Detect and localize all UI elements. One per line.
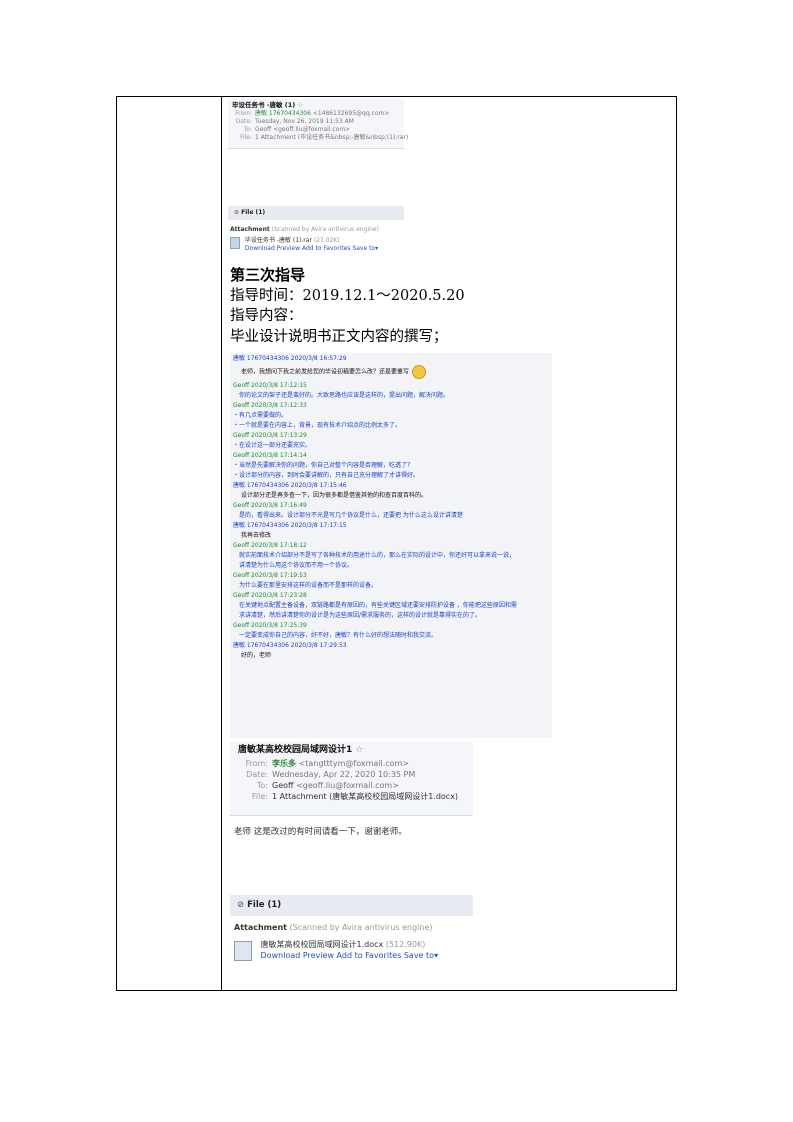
recipient-email: <geoff.liu@foxmail.com> <box>296 781 399 790</box>
chat-header: Geoff 2020/3/8 17:23:28 <box>233 592 307 599</box>
email-file-row: File: 1 Attachment (唐敏某高校校园局域网设计1.docx) <box>251 792 459 801</box>
email-from-row: From: 唐敏 17670434306 <1486132695@qq.com> <box>235 110 390 117</box>
chat-header: 唐敏 17670434306 2020/3/8 16:57:29 <box>233 355 347 362</box>
file-section-header-2: ⊘ File (1) <box>230 895 473 916</box>
guidance-time: 指导时间：2019.12.1～2020.5.20 <box>230 288 465 304</box>
email-subject: 毕设任务书 -唐敏 (1) <box>232 101 296 109</box>
attachment-summary[interactable]: 1 Attachment (唐敏某高校校园局域网设计1.docx) <box>272 792 458 801</box>
chat-message: 是的，看得出来。设计部分不光是写几个协议是什么，还要把 为什么这么设计讲清楚 <box>239 512 463 519</box>
chat-message: ・设计部分的内容，到时会要讲解的，只有自己充分理解了才讲得好。 <box>233 472 420 479</box>
email-file-row: File: 1 Attachment (毕设任务书&nbsp;-唐敏&nbsp;(… <box>239 134 409 141</box>
attachment-block-2: Attachment (Scanned by Avira antivirus e… <box>234 923 439 961</box>
email-date: Wednesday, Apr 22, 2020 10:35 PM <box>272 770 416 779</box>
chevron-down-icon[interactable]: ▾ <box>375 245 378 252</box>
guidance-content: 毕业设计说明书正文内容的撰写； <box>230 329 448 345</box>
section-heading: 第三次指导 <box>230 266 306 284</box>
save-to-link[interactable]: Save to <box>352 245 375 252</box>
email-to-row: To: Geoff <geoff.liu@foxmail.com> <box>243 126 351 133</box>
chat-log: 唐敏 17670434306 2020/3/8 16:57:29 老师，我想问下… <box>230 353 552 738</box>
archive-file-icon <box>230 237 240 249</box>
chat-header: Geoff 2020/3/8 17:14:14 <box>233 452 307 459</box>
chat-header: Geoff 2020/3/8 17:19:53 <box>233 572 307 579</box>
add-to-favorites-link[interactable]: Add to Favorites <box>337 951 402 960</box>
chat-message: ・在设计这一部分还要充实。 <box>233 442 312 449</box>
sender-name[interactable]: 唐敏 17670434306 <box>255 110 311 117</box>
email-header-card-1: 毕设任务书 -唐敏 (1) ☆ From: 唐敏 17670434306 <148… <box>228 99 409 149</box>
paperclip-icon: ⊘ <box>234 209 240 216</box>
email-date-row: Date: Tuesday, Nov 26, 2019 11:53 AM <box>235 118 354 125</box>
recipient-name[interactable]: Geoff <box>272 781 294 790</box>
chat-message: ・有几点需要做的。 <box>233 412 288 419</box>
emoji-icon <box>412 365 427 379</box>
chat-message: 你的论文的架子还是蛮好的。大致思路也应该是这样的，提出问题，解决问题。 <box>239 392 450 399</box>
add-to-favorites-link[interactable]: Add to Favorites <box>302 245 351 252</box>
download-link[interactable]: Download <box>261 951 301 960</box>
sender-email: <1486132695@qq.com> <box>312 110 390 117</box>
chat-header: 唐敏 17670434306 2020/3/8 17:17:15 <box>233 522 347 529</box>
email-from-row: From: 李乐多 <tangtttym@foxmail.com> <box>245 759 410 768</box>
paperclip-icon: ⊘ <box>237 900 245 910</box>
chat-message: 讲清楚为什么用这个协议而不用一个协议。 <box>239 562 354 569</box>
table-column-divider <box>221 96 222 991</box>
email-subject: 唐敏某高校校园局域网设计1 <box>238 745 353 755</box>
chat-message: 在关键地点配置主备设备，双链路都是有原因的，有些关键区域还要安排防护设备 ，你能… <box>239 602 517 609</box>
chat-header: Geoff 2020/3/8 17:16:49 <box>233 502 307 509</box>
star-icon[interactable]: ☆ <box>297 101 303 109</box>
preview-link[interactable]: Preview <box>303 951 334 960</box>
chat-message: 一定要变成你自己的内容，好不好，唐敏？有什么好的想法随时和我交流。 <box>239 632 438 639</box>
attachment-block-1: Attachment (Scanned by Avira antivirus e… <box>230 226 379 252</box>
chat-header: Geoff 2020/3/8 17:12:15 <box>233 382 307 389</box>
file-section-header-1: ⊘ File (1) <box>228 206 404 220</box>
email-body-note: 老师 这是改过的有时间请看一下，谢谢老师。 <box>234 827 407 837</box>
word-document-icon <box>234 941 252 961</box>
chat-message: 为什么要在那里安排这样的设备而不是那样的设备。 <box>239 582 378 589</box>
email-date-row: Date: Wednesday, Apr 22, 2020 10:35 PM <box>246 770 416 779</box>
chat-header: Geoff 2020/3/8 17:25:39 <box>233 622 307 629</box>
chevron-down-icon[interactable]: ▾ <box>434 951 438 960</box>
attachment-summary[interactable]: 1 Attachment (毕设任务书&nbsp;-唐敏&nbsp;(1).ra… <box>255 134 408 141</box>
recipient-name[interactable]: Geoff <box>255 126 271 133</box>
attachment-filename[interactable]: 唐敏某高校校园局域网设计1.docx <box>261 940 384 949</box>
chat-message: 求讲清楚，然后讲清楚你的设计是为这些原因/需求服务的，这样的设计就是靠得实在的了… <box>239 612 482 619</box>
sender-email: <tangtttym@foxmail.com> <box>298 759 410 768</box>
guidance-content-label: 指导内容： <box>230 308 303 324</box>
chat-header: 唐敏 17670434306 2020/3/8 17:15:46 <box>233 482 347 489</box>
recipient-email: <geoff.liu@foxmail.com> <box>273 126 351 133</box>
sender-name[interactable]: 李乐多 <box>272 759 296 768</box>
save-to-link[interactable]: Save to <box>404 951 434 960</box>
chat-header: Geoff 2020/3/8 17:12:33 <box>233 402 307 409</box>
attachment-filename[interactable]: 毕设任务书 -唐敏 (1).rar <box>245 237 312 244</box>
chat-message: 设计部分还是再多查一下，因为很多都是借鉴其他的和查百度百科的。 <box>241 492 428 499</box>
email-header-card-2: 唐敏某高校校园局域网设计1 ☆ From: 李乐多 <tangtttym@foxm… <box>230 742 473 816</box>
chat-message: 老师，我想问下我之前发给您的毕设初稿要怎么改？还是要重写 <box>233 362 549 382</box>
chat-message: 就实前面技术介绍部分不是写了各种技术的用途什么的，那么在实际的设计中，你还好可以… <box>239 552 516 559</box>
preview-link[interactable]: Preview <box>277 245 300 252</box>
star-icon[interactable]: ☆ <box>355 745 363 755</box>
chat-message: 我再去修改 <box>241 532 272 539</box>
chat-message: ・一个就是要在内容上，背景，现有技术介绍点的比例太多了。 <box>233 422 402 429</box>
chat-message: 好的，老师 <box>241 652 272 659</box>
email-to-row: To: Geoff <geoff.liu@foxmail.com> <box>256 781 399 790</box>
download-link[interactable]: Download <box>245 245 275 252</box>
chat-header: Geoff 2020/3/8 17:13:29 <box>233 432 307 439</box>
email-date: Tuesday, Nov 26, 2019 11:53 AM <box>255 118 354 125</box>
chat-header: 唐敏 17670434306 2020/3/8 17:29:53 <box>233 642 347 649</box>
chat-header: Geoff 2020/3/8 17:18:12 <box>233 542 307 549</box>
chat-message: ・当然是先要解决你的问题，你自己对整个内容是否理解，吃透了？ <box>233 462 414 469</box>
